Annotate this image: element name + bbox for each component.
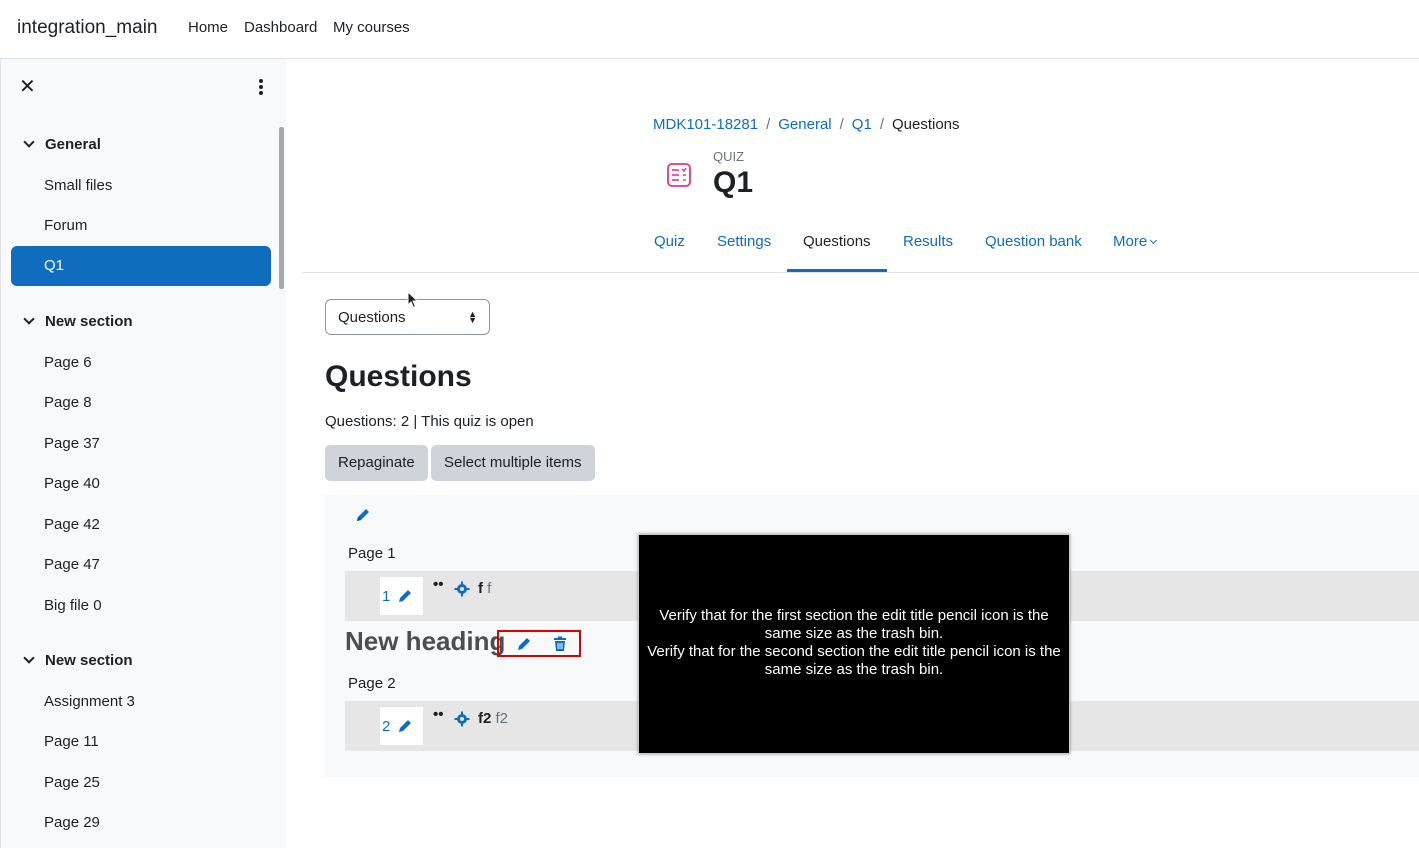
gear-icon[interactable]: [454, 711, 470, 727]
breadcrumb: MDK101-18281/General / Q1/Questions: [653, 116, 960, 133]
edit-maxmark-pencil-icon[interactable]: [397, 718, 413, 734]
page-1-label: Page 1: [348, 545, 396, 562]
activity-type-label: QUIZ: [713, 149, 745, 164]
drawer-item-small-files[interactable]: Small files: [44, 177, 112, 194]
edit-heading-pencil-icon[interactable]: [516, 636, 532, 652]
page-title: Q1: [713, 166, 754, 199]
select-multiple-items-button[interactable]: Select multiple items: [431, 445, 595, 481]
gear-icon[interactable]: [454, 581, 470, 597]
nav-home-link[interactable]: Home: [188, 19, 228, 36]
quiz-status: Questions: 2 | This quiz is open: [325, 413, 534, 430]
question-name-1[interactable]: f f: [478, 580, 491, 597]
drawer-item-page-8[interactable]: Page 8: [44, 394, 92, 411]
nav-my-courses-link[interactable]: My courses: [333, 19, 410, 36]
chevron-down-icon: [1150, 236, 1158, 245]
tab-quiz[interactable]: Quiz: [654, 233, 685, 250]
breadcrumb-current: Questions: [891, 116, 960, 133]
select-arrows-icon: ▲ ▼: [468, 309, 477, 325]
chevron-down-icon: [23, 652, 35, 664]
drawer-scrollbar-thumb[interactable]: [279, 127, 284, 289]
top-navbar: integration_main Home Dashboard My cours…: [0, 0, 1419, 59]
edit-maxmark-pencil-icon[interactable]: [397, 588, 413, 604]
drawer-item-page-6[interactable]: Page 6: [44, 354, 92, 371]
drawer-item-page-25[interactable]: Page 25: [44, 774, 100, 791]
drawer-item-big-file-0[interactable]: Big file 0: [44, 597, 102, 614]
tab-more[interactable]: More: [1113, 233, 1158, 250]
nav-dashboard-link[interactable]: Dashboard: [244, 19, 317, 36]
drag-handle-icon[interactable]: ••: [433, 576, 444, 593]
drawer-item-page-37[interactable]: Page 37: [44, 435, 100, 452]
section-general[interactable]: General: [21, 136, 101, 153]
drawer-item-page-47[interactable]: Page 47: [44, 556, 100, 573]
slot-number-2[interactable]: 2: [380, 707, 423, 745]
drawer-item-forum[interactable]: Forum: [44, 217, 87, 234]
site-name[interactable]: integration_main: [17, 17, 157, 39]
page-2-label: Page 2: [348, 675, 396, 692]
active-tab-indicator: [787, 269, 887, 272]
instruction-line-2: Verify that for the second section the e…: [647, 643, 1061, 678]
highlight-annotation-box: [497, 630, 581, 657]
secondary-nav: Quiz Settings Questions Results Question…: [302, 223, 1419, 273]
tab-questions[interactable]: Questions: [803, 233, 871, 250]
breadcrumb-quiz[interactable]: Q1: [852, 116, 872, 133]
trash-icon[interactable]: [552, 636, 568, 652]
section-new-section-1[interactable]: New section: [21, 313, 133, 330]
drawer-item-page-11[interactable]: Page 11: [44, 733, 99, 750]
drawer-options-icon[interactable]: [251, 77, 271, 99]
chevron-down-icon: [23, 313, 35, 325]
drawer-item-page-40[interactable]: Page 40: [44, 475, 100, 492]
breadcrumb-course[interactable]: MDK101-18281: [653, 116, 758, 133]
repaginate-button[interactable]: Repaginate: [325, 445, 428, 481]
instruction-line-1: Verify that for the first section the ed…: [659, 607, 1049, 642]
slot-number-1[interactable]: 1: [380, 577, 423, 615]
tab-results[interactable]: Results: [903, 233, 953, 250]
breadcrumb-section[interactable]: General: [778, 116, 831, 133]
close-drawer-icon[interactable]: ✕: [19, 77, 39, 97]
mouse-cursor-icon: [407, 291, 419, 309]
questions-heading: Questions: [325, 360, 472, 393]
section-heading: New heading: [345, 626, 506, 656]
drawer-item-q1[interactable]: Q1: [11, 246, 271, 286]
question-name-2[interactable]: f2 f2: [478, 710, 508, 727]
drag-handle-icon[interactable]: ••: [433, 706, 444, 723]
quiz-icon: [667, 163, 691, 187]
tab-question-bank[interactable]: Question bank: [985, 233, 1082, 250]
course-index-drawer: ✕ General Small files Forum Q1 New secti…: [0, 59, 286, 848]
section-new-section-2[interactable]: New section: [21, 652, 133, 669]
drawer-item-page-29[interactable]: Page 29: [44, 814, 100, 831]
tab-settings[interactable]: Settings: [717, 233, 771, 250]
chevron-down-icon: [23, 136, 35, 148]
drawer-item-page-42[interactable]: Page 42: [44, 516, 100, 533]
edit-section-title-pencil-icon[interactable]: [355, 507, 371, 523]
drawer-item-assignment-3[interactable]: Assignment 3: [44, 693, 135, 710]
test-instruction-overlay: Verify that for the first section the ed…: [638, 534, 1070, 754]
